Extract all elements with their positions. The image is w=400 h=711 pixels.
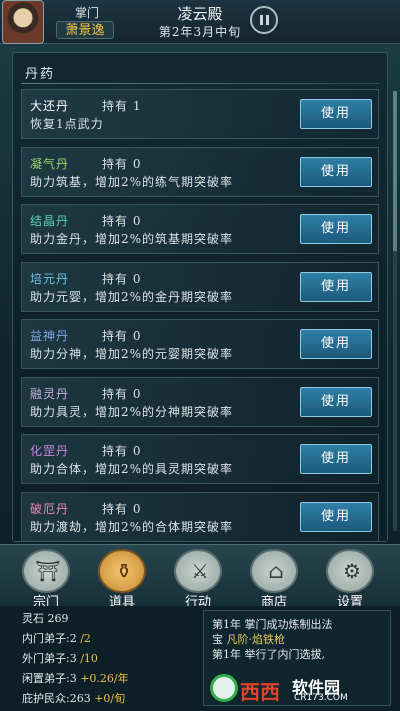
nav-icon-circle: ⛩ [22,549,70,593]
main-area: 丹药 大还丹 持有 1 恢复1点武力 使用 凝气丹 持有 0 助力筑基，增加2%的练气期突破… [0,44,400,544]
item-held-count: 持有 0 [102,444,142,458]
log-line: 第1年 举行了内门选拔, [212,648,325,661]
nav-item[interactable]: ⌂ 商店 [246,549,302,610]
item-name: 破厄丹 [30,501,70,516]
item-held-count: 持有 0 [102,156,142,171]
game-date: 第2年3月中旬 [158,25,242,39]
item-description: 恢复1点武力 [30,117,104,131]
inner-disciples-label: 内门弟子: [22,632,70,645]
inner-disciples-value: 2 [69,632,77,645]
use-button[interactable]: 使用 [300,214,372,244]
item-held-count: 持有 0 [102,214,142,228]
item-held-count: 持有 1 [102,99,142,113]
item-name: 大还丹 [30,99,70,113]
player-avatar[interactable] [2,0,44,44]
item-name: 化罡丹 [30,444,70,458]
site-watermark: 西西 软件园 CR173.COM [210,672,400,706]
nav-item[interactable]: ⚙ 设置 [322,549,378,610]
watermark-brand: 西西 [240,680,280,704]
item-card: 破厄丹 持有 0 助力渡劫，增加2%的合体期突破率 使用 [21,491,379,542]
sheltered-people-gain: +0/旬 [94,692,126,705]
sheltered-people-value: 263 [69,692,91,705]
use-button[interactable]: 使用 [300,271,372,302]
section-title: 丹药 [25,67,56,82]
item-card: 凝气丹 持有 0 助力筑基，增加2%的练气期突破率 使用 [21,146,379,197]
outer-disciples-value: 3 [69,652,77,665]
item-card: 化罡丹 持有 0 助力合体，增加2%的具灵期突破率 使用 [21,434,379,484]
bottom-nav: ⛩ 宗门 ⚱ 道具 ⚔ 行动 ⌂ 商店 ⚙ 设置 [0,544,400,610]
item-held-count: 持有 0 [102,271,142,286]
top-bar: 掌门 萧景逸 凌云殿 第2年3月中旬 [0,0,400,44]
shop-icon: ⌂ [268,559,284,583]
location-title: 凌云殿 [177,5,223,23]
item-card: 培元丹 持有 0 助力元婴，增加2%的金丹期突破率 使用 [21,261,379,312]
item-name: 培元丹 [30,271,70,286]
nav-icon-circle: ⌂ [250,549,298,593]
title-divider [21,83,379,84]
use-button[interactable]: 使用 [300,444,372,474]
nav-icon-circle: ⚙ [326,549,374,593]
log-prefix: 宝 [212,633,227,646]
player-name: 萧景逸 [56,21,114,39]
item-card: 益神丹 持有 0 助力分神，增加2%的元婴期突破率 使用 [21,319,379,369]
item-description: 助力金丹，增加2%的筑基期突破率 [30,232,234,246]
item-description: 助力元婴，增加2%的金丹期突破率 [30,289,234,304]
item-name: 凝气丹 [30,156,70,171]
nav-item[interactable]: ⚔ 行动 [170,549,226,610]
item-card: 融灵丹 持有 0 助力具灵，增加2%的分神期突破率 使用 [21,376,379,427]
spirit-stones-stat: 灵石 269 [22,610,69,626]
use-button[interactable]: 使用 [300,99,372,129]
item-name: 益神丹 [30,329,70,343]
spirit-stones-value: 269 [47,612,69,625]
watermark-url: CR173.COM [294,693,348,703]
log-line: 第1年 掌门成功炼制出法 [212,618,333,631]
sheltered-people-stat: 庇护民众:263 +0/旬 [22,690,125,706]
use-button[interactable]: 使用 [300,386,372,417]
use-button[interactable]: 使用 [300,501,372,532]
use-button[interactable]: 使用 [300,156,372,187]
sect-gate-icon: ⛩ [35,559,61,583]
item-card: 结晶丹 持有 0 助力金丹，增加2%的筑基期突破率 使用 [21,204,379,254]
swords-icon: ⚔ [191,559,209,583]
item-held-count: 持有 0 [102,386,142,401]
outer-disciples-cap: /10 [80,652,98,665]
pause-button[interactable] [250,6,278,34]
item-card: 大还丹 持有 1 恢复1点武力 使用 [21,89,379,139]
item-description: 助力合体，增加2%的具灵期突破率 [30,462,234,476]
outer-disciples-stat: 外门弟子:3 /10 [22,650,98,666]
inner-disciples-cap: /2 [80,632,91,645]
nav-icon-circle: ⚔ [174,549,222,593]
item-held-count: 持有 0 [102,501,142,516]
item-description: 助力渡劫，增加2%的合体期突破率 [30,519,234,534]
inventory-panel: 丹药 大还丹 持有 1 恢复1点武力 使用 凝气丹 持有 0 助力筑基，增加2%的练气期突破… [12,52,397,542]
item-held-count: 持有 0 [102,329,142,343]
nav-icon-circle: ⚱ [98,549,146,593]
idle-disciples-label: 闲置弟子: [22,672,70,685]
gear-icon: ⚙ [343,559,361,583]
nav-item[interactable]: ⚱ 道具 [94,549,150,610]
scrollbar[interactable] [393,91,397,531]
item-name: 融灵丹 [30,386,70,401]
idle-disciples-value: 3 [69,672,77,685]
idle-disciples-gain: +0.26/年 [80,672,129,685]
item-description: 助力分神，增加2%的元婴期突破率 [30,347,234,361]
role-label: 掌门 [74,6,99,20]
item-description: 助力筑基，增加2%的练气期突破率 [30,174,234,189]
spirit-stones-label: 灵石 [22,612,44,625]
sheltered-people-label: 庇护民众: [22,692,70,705]
inner-disciples-stat: 内门弟子:2 /2 [22,630,91,646]
nav-item[interactable]: ⛩ 宗门 [18,549,74,610]
log-line: 宝 凡阶·焰铁枪 [212,632,382,647]
item-name: 结晶丹 [30,214,70,228]
log-item-highlight: 凡阶·焰铁枪 [226,633,286,646]
use-button[interactable]: 使用 [300,329,372,359]
idle-disciples-stat: 闲置弟子:3 +0.26/年 [22,670,129,686]
scroll-thumb[interactable] [393,91,397,251]
outer-disciples-label: 外门弟子: [22,652,70,665]
item-description: 助力具灵，增加2%的分神期突破率 [30,404,234,419]
watermark-logo-icon [210,674,238,702]
gourd-icon: ⚱ [115,559,133,583]
